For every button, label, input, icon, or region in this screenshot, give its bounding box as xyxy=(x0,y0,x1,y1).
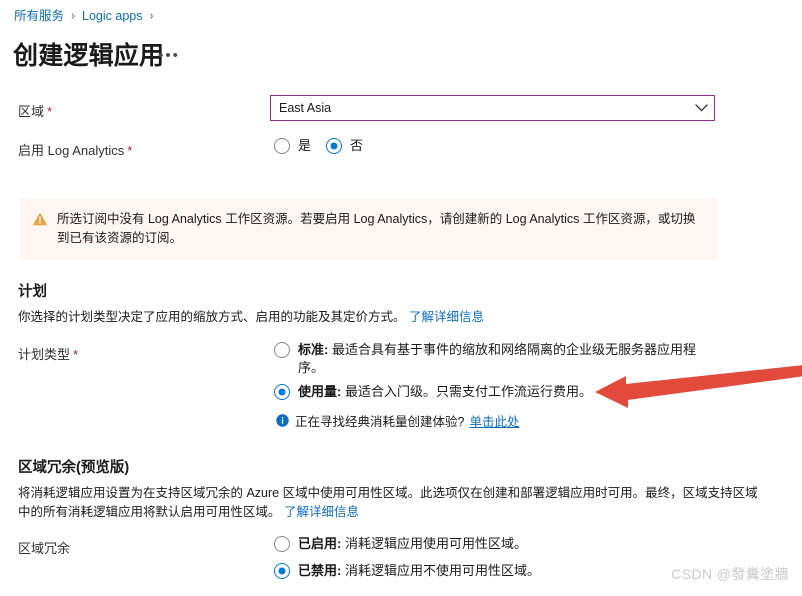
region-required-asterisk: * xyxy=(47,104,53,119)
warning-banner-text: 所选订阅中没有 Log Analytics 工作区资源。若要启用 Log Ana… xyxy=(57,212,696,245)
region-label-text: 区域 xyxy=(18,104,45,119)
breadcrumb-item-all-services[interactable]: 所有服务 xyxy=(14,8,64,24)
radio-unchecked-icon xyxy=(274,342,290,358)
plan-option-standard[interactable]: 标准: 最适合具有基于事件的缩放和网络隔离的企业级无服务器应用程序。 xyxy=(274,341,709,377)
page-title: 创建逻辑应用 xyxy=(13,42,165,70)
plan-type-required-asterisk: * xyxy=(73,347,79,362)
zone-option-enabled-label: 已启用: 消耗逻辑应用使用可用性区域。 xyxy=(298,535,527,553)
plan-option-consumption[interactable]: 使用量: 最适合入门级。只需支付工作流运行费用。 xyxy=(274,383,709,401)
classic-experience-note-text: 正在寻找经典消耗量创建体验? xyxy=(295,415,465,429)
log-analytics-radio-yes[interactable]: 是 xyxy=(274,137,311,155)
log-analytics-radio-no-label: 否 xyxy=(350,138,364,153)
log-analytics-warning-banner: 所选订阅中没有 Log Analytics 工作区资源。若要启用 Log Ana… xyxy=(20,198,718,260)
log-analytics-required-asterisk: * xyxy=(127,143,133,158)
region-dropdown-value: East Asia xyxy=(279,101,332,115)
chevron-down-icon xyxy=(688,104,714,112)
log-analytics-label: 启用 Log Analytics * xyxy=(18,140,132,159)
zone-redundancy-label-text: 区域冗余 xyxy=(18,541,71,556)
plan-section-title: 计划 xyxy=(18,284,47,300)
classic-experience-note: 正在寻找经典消耗量创建体验? 单击此处 xyxy=(276,411,519,430)
zone-section-title: 区域冗余(预览版) xyxy=(18,460,130,476)
zone-section-description: 将消耗逻辑应用设置为在支持区域冗余的 Azure 区域中使用可用性区域。此选项仅… xyxy=(18,484,758,522)
log-analytics-radio-yes-label: 是 xyxy=(298,138,312,153)
zone-option-disabled-title: 已禁用: xyxy=(298,563,342,578)
plan-learn-more-link[interactable]: 了解详细信息 xyxy=(409,310,484,324)
zone-option-enabled-desc: 消耗逻辑应用使用可用性区域。 xyxy=(341,536,527,551)
breadcrumb-separator-icon: › xyxy=(149,8,154,23)
zone-option-disabled[interactable]: 已禁用: 消耗逻辑应用不使用可用性区域。 xyxy=(274,562,694,580)
radio-checked-icon xyxy=(274,563,290,579)
csdn-watermark: CSDN @發糞塗牆 xyxy=(671,566,789,582)
zone-option-disabled-desc: 消耗逻辑应用不使用可用性区域。 xyxy=(341,563,540,578)
breadcrumb-separator-icon: › xyxy=(71,8,76,23)
warning-triangle-icon xyxy=(32,211,48,227)
classic-experience-link[interactable]: 单击此处 xyxy=(469,411,519,430)
zone-learn-more-link[interactable]: 了解详细信息 xyxy=(284,505,359,519)
plan-section-description: 你选择的计划类型决定了应用的缩放方式、启用的功能及其定价方式。 了解详细信息 xyxy=(18,308,718,327)
plan-option-standard-desc: 最适合具有基于事件的缩放和网络隔离的企业级无服务器应用程序。 xyxy=(298,342,696,375)
plan-option-standard-label: 标准: 最适合具有基于事件的缩放和网络隔离的企业级无服务器应用程序。 xyxy=(298,341,709,377)
zone-option-disabled-label: 已禁用: 消耗逻辑应用不使用可用性区域。 xyxy=(298,562,540,580)
plan-option-consumption-title: 使用量: xyxy=(298,384,342,399)
zone-option-enabled-title: 已启用: xyxy=(298,536,342,551)
log-analytics-radio-no[interactable]: 否 xyxy=(326,137,363,155)
breadcrumb-item-logic-apps[interactable]: Logic apps xyxy=(82,8,142,24)
radio-checked-icon xyxy=(274,384,290,400)
breadcrumb: 所有服务 › Logic apps › xyxy=(14,8,160,24)
zone-section-description-text: 将消耗逻辑应用设置为在支持区域冗余的 Azure 区域中使用可用性区域。此选项仅… xyxy=(18,486,758,519)
zone-redundancy-label: 区域冗余 xyxy=(18,538,70,557)
radio-unchecked-icon xyxy=(274,138,290,154)
radio-checked-icon xyxy=(326,138,342,154)
plan-type-label-text: 计划类型 xyxy=(18,347,71,362)
info-circle-icon xyxy=(276,414,289,427)
plan-option-consumption-desc: 最适合入门级。只需支付工作流运行费用。 xyxy=(341,384,592,399)
plan-option-consumption-label: 使用量: 最适合入门级。只需支付工作流运行费用。 xyxy=(298,383,592,401)
plan-section-description-text: 你选择的计划类型决定了应用的缩放方式、启用的功能及其定价方式。 xyxy=(18,310,406,324)
region-dropdown[interactable]: East Asia xyxy=(270,95,715,121)
plan-type-label: 计划类型 * xyxy=(18,344,78,363)
log-analytics-label-text: 启用 Log Analytics xyxy=(18,143,125,158)
region-label: 区域 * xyxy=(18,101,52,120)
plan-option-standard-title: 标准: xyxy=(298,342,329,357)
radio-unchecked-icon xyxy=(274,536,290,552)
more-options-button[interactable]: ••• xyxy=(158,44,180,66)
zone-option-enabled[interactable]: 已启用: 消耗逻辑应用使用可用性区域。 xyxy=(274,535,694,553)
